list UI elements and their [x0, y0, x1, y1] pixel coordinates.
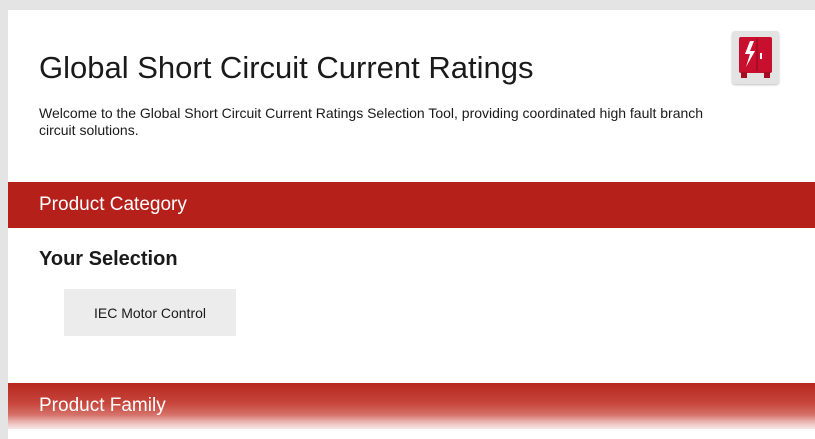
your-selection-heading: Your Selection — [39, 248, 178, 270]
bottom-fade-overlay — [8, 415, 815, 439]
selection-chip-iec-motor-control[interactable]: IEC Motor Control — [64, 289, 236, 336]
page-header: Global Short Circuit Current Ratings Wel… — [8, 10, 815, 180]
main-panel: Global Short Circuit Current Ratings Wel… — [8, 10, 815, 439]
app-logo — [732, 31, 779, 84]
product-family-label: Product Family — [39, 395, 166, 416]
product-category-label: Product Category — [39, 194, 187, 215]
page-subtitle: Welcome to the Global Short Circuit Curr… — [39, 105, 704, 138]
cabinet-lightning-icon — [739, 37, 772, 78]
product-category-header[interactable]: Product Category — [8, 182, 815, 228]
selection-chip-label: IEC Motor Control — [93, 304, 207, 321]
page-title: Global Short Circuit Current Ratings — [39, 50, 534, 85]
